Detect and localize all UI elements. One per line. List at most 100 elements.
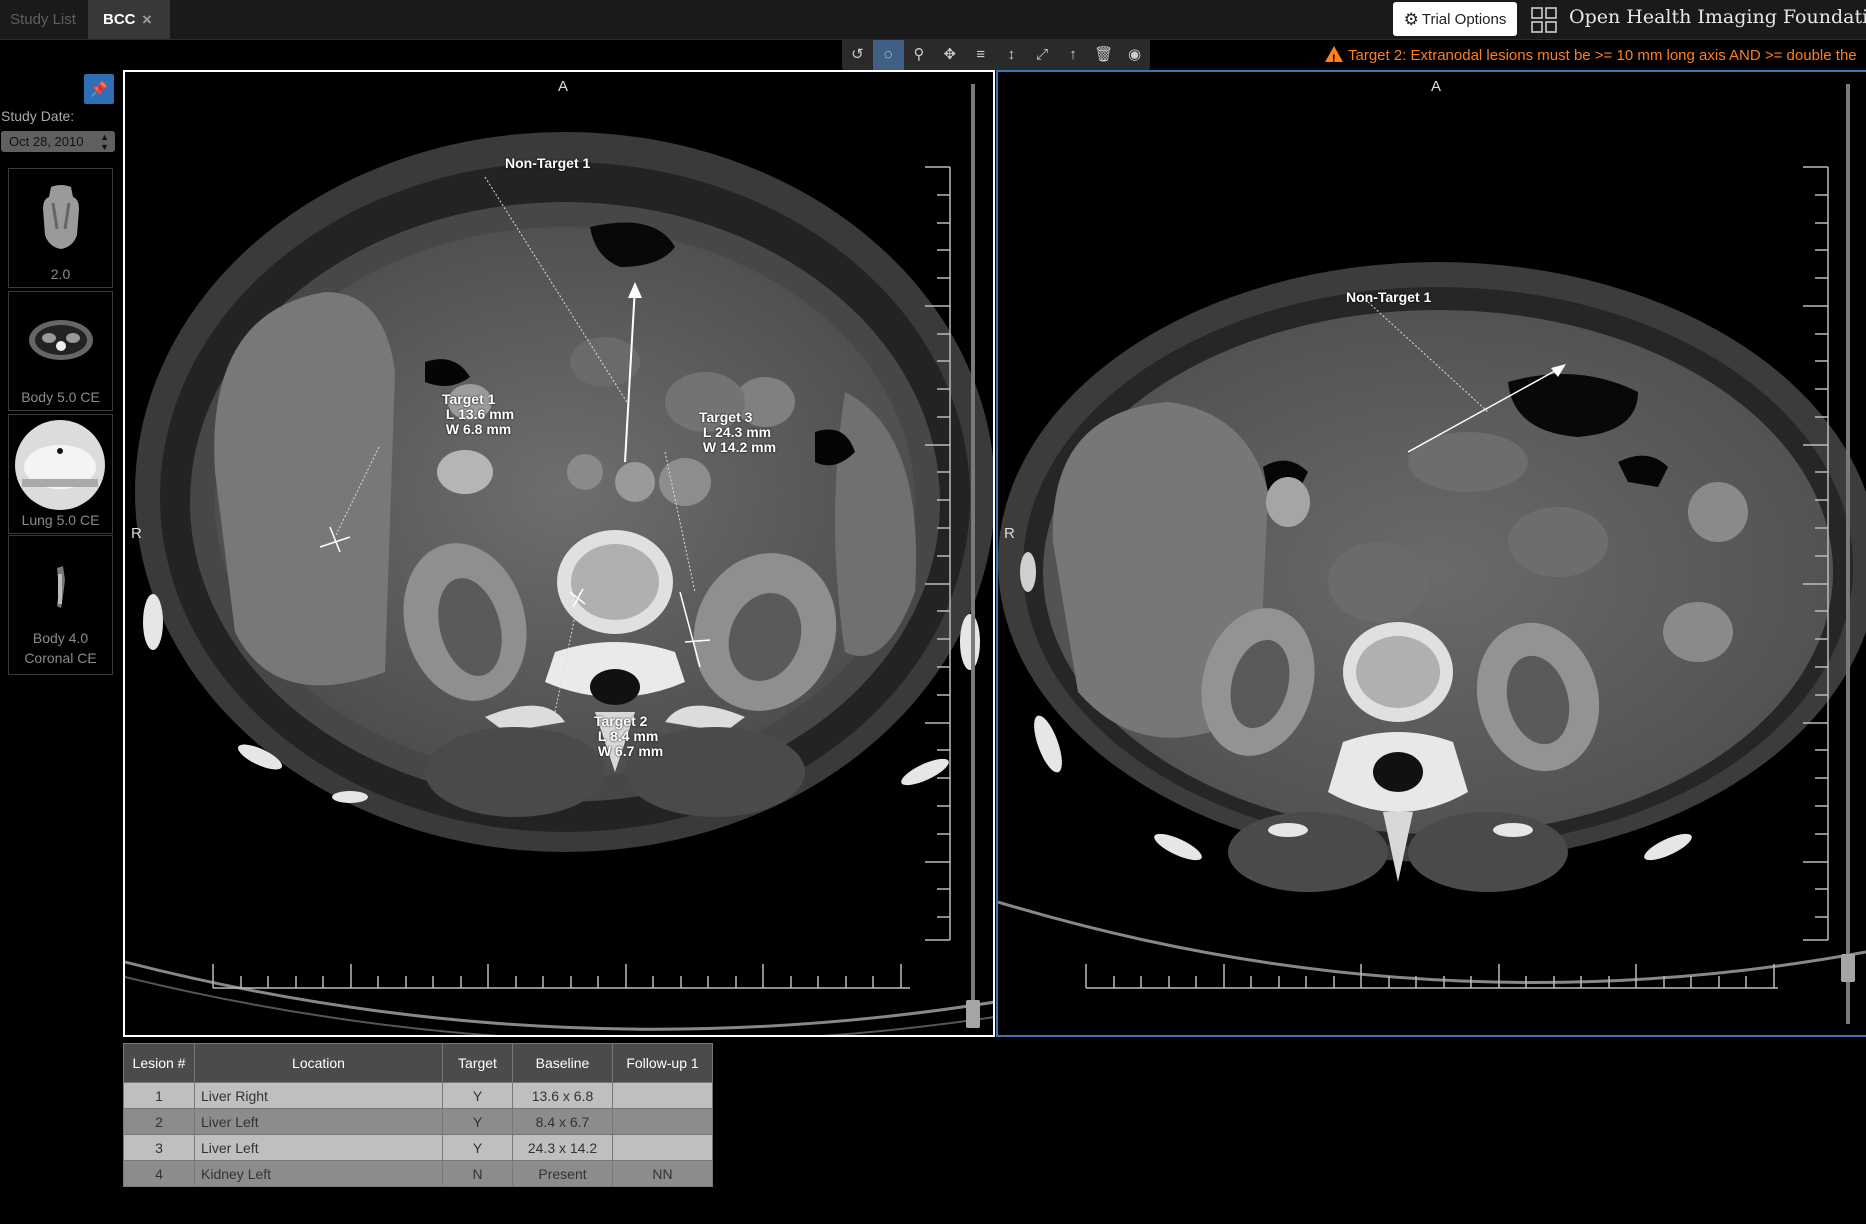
viewer-toolbar: ↺ ◌ ⚲ ✥ ≡ ↕ ⤢ ↑ 🗑 ◉ xyxy=(842,40,1150,70)
series-2-label: Body 5.0 CE xyxy=(21,389,100,405)
series-1-image xyxy=(27,183,95,251)
annotation-target-2[interactable]: Target 2 L 8.4 mm W 6.7 mm xyxy=(594,714,663,759)
lesion-table: Lesion # Location Target Baseline Follow… xyxy=(123,1043,713,1187)
cell-location: Liver Left xyxy=(194,1108,443,1135)
cell-baseline[interactable]: 13.6 x 6.8 xyxy=(512,1082,613,1109)
rotate-icon: ↺ xyxy=(851,46,864,63)
scrollbar-track-left[interactable] xyxy=(971,84,975,1024)
cell-lesion-number: 2 xyxy=(123,1108,195,1135)
lesion-table-header: Lesion # Location Target Baseline Follow… xyxy=(123,1043,713,1083)
table-row[interactable]: 1 Liver Right Y 13.6 x 6.8 xyxy=(123,1082,713,1109)
stack-scroll-tool-button[interactable]: ≡ xyxy=(965,40,996,70)
col-followup-1: Follow-up 1 xyxy=(612,1043,713,1083)
validation-warning: ! Target 2: Extranodal lesions must be >=… xyxy=(1325,44,1860,66)
brand-name: Open Health Imaging Foundation xyxy=(1569,6,1866,28)
cell-baseline[interactable]: 8.4 x 6.7 xyxy=(512,1108,613,1135)
annotation-target-3[interactable]: Target 3 L 24.3 mm W 14.2 mm xyxy=(699,410,776,455)
series-3-label: Lung 5.0 CE xyxy=(21,512,100,528)
cell-target: Y xyxy=(442,1108,513,1135)
col-target: Target xyxy=(442,1043,513,1083)
table-row[interactable]: 4 Kidney Left N Present NN xyxy=(123,1160,713,1187)
window-level-tool-button[interactable]: ◌ xyxy=(872,40,904,70)
trial-options-label: Trial Options xyxy=(1421,11,1507,28)
zoom-tool-button[interactable]: ⚲ xyxy=(904,40,935,70)
cell-followup[interactable] xyxy=(612,1082,713,1109)
series-thumbnail-1[interactable]: 2.0 xyxy=(8,168,113,288)
top-bar: Study List BCC × ⚙ Trial Options Open Hea… xyxy=(0,0,1866,40)
series-1-label: 2.0 xyxy=(50,266,71,282)
col-baseline: Baseline xyxy=(512,1043,613,1083)
cell-followup[interactable] xyxy=(612,1134,713,1161)
series-3-image xyxy=(14,419,106,511)
tab-bcc-label: BCC xyxy=(103,11,136,28)
annotation-non-target-1-followup[interactable]: Non-Target 1 xyxy=(1346,290,1431,305)
window-level-icon: ◌ xyxy=(883,46,893,63)
cell-target: N xyxy=(442,1160,513,1187)
cell-location: Kidney Left xyxy=(194,1160,443,1187)
gear-icon: ⚙ xyxy=(1403,10,1419,29)
ct-image-left xyxy=(125,132,993,1035)
col-lesion-number: Lesion # xyxy=(123,1043,195,1083)
pin-sidebar-button[interactable]: 📌 xyxy=(84,74,114,104)
cell-followup[interactable]: NN xyxy=(612,1160,713,1187)
arrow-annotate-tool-button[interactable]: ↑ xyxy=(1058,40,1089,70)
cell-baseline[interactable]: 24.3 x 14.2 xyxy=(512,1134,613,1161)
cell-lesion-number: 1 xyxy=(123,1082,195,1109)
study-date-select[interactable]: Oct 28, 2010 ▲ ▼ xyxy=(1,131,115,152)
pan-tool-button[interactable]: ✥ xyxy=(934,40,965,70)
pin-icon: 📌 xyxy=(90,81,108,97)
trash-icon: 🗑 xyxy=(1094,46,1114,63)
warning-icon: ! xyxy=(1325,46,1343,65)
series-thumbnail-2[interactable]: Body 5.0 CE xyxy=(8,291,113,411)
length-tool-button[interactable]: ↕ xyxy=(996,40,1027,70)
table-row[interactable]: 3 Liver Left Y 24.3 x 14.2 xyxy=(123,1134,713,1161)
ohif-logo-icon xyxy=(1531,7,1557,33)
ct-image-right xyxy=(998,166,1866,989)
stack-scroll-icon: ≡ xyxy=(976,46,985,63)
scrollbar-track-right[interactable] xyxy=(1846,84,1850,1024)
scrollbar-handle-right[interactable] xyxy=(1841,954,1855,982)
table-row[interactable]: 2 Liver Left Y 8.4 x 6.7 xyxy=(123,1108,713,1135)
orientation-top-left-vp: A xyxy=(558,78,569,95)
select-arrows-icon: ▲ ▼ xyxy=(100,132,109,152)
series-4-image xyxy=(27,560,95,628)
viewport-left[interactable]: A R Non-Target 1 Target 1 L 13.6 mm W 6.… xyxy=(123,70,995,1037)
orientation-left-right-vp: R xyxy=(1004,525,1015,542)
length-icon: ↕ xyxy=(1007,46,1016,63)
fullscreen-icon: ⤢ xyxy=(1036,46,1049,63)
scrollbar-handle-left[interactable] xyxy=(966,1000,980,1028)
cell-location: Liver Left xyxy=(194,1134,443,1161)
zoom-icon: ⚲ xyxy=(913,46,925,63)
close-icon[interactable]: × xyxy=(142,0,152,39)
cell-location: Liver Right xyxy=(194,1082,443,1109)
study-date-value: Oct 28, 2010 xyxy=(9,134,84,149)
tab-study-list[interactable]: Study List xyxy=(0,0,86,39)
eye-icon: ◉ xyxy=(1128,46,1142,63)
series-thumbnail-4[interactable]: Body 4.0 Coronal CE xyxy=(8,535,113,675)
series-4-label-line2: Coronal CE xyxy=(24,650,97,666)
cell-lesion-number: 4 xyxy=(123,1160,195,1187)
cell-lesion-number: 3 xyxy=(123,1134,195,1161)
viewport-right[interactable]: A R Non-Target 1 xyxy=(996,70,1866,1037)
trial-options-button[interactable]: ⚙ Trial Options xyxy=(1393,2,1517,36)
series-4-label-line1: Body 4.0 xyxy=(32,630,89,646)
orientation-left-left-vp: R xyxy=(131,525,142,542)
fullscreen-tool-button[interactable]: ⤢ xyxy=(1027,40,1058,70)
cell-baseline[interactable]: Present xyxy=(512,1160,613,1187)
eye-tool-button[interactable]: ◉ xyxy=(1119,40,1150,70)
annotation-target-1[interactable]: Target 1 L 13.6 mm W 6.8 mm xyxy=(442,392,514,437)
rotate-tool-button[interactable]: ↺ xyxy=(842,40,873,70)
series-thumbnail-3[interactable]: Lung 5.0 CE xyxy=(8,414,113,534)
annotation-non-target-1[interactable]: Non-Target 1 xyxy=(505,156,590,171)
tab-bcc[interactable]: BCC × xyxy=(88,0,170,39)
cell-followup[interactable] xyxy=(612,1108,713,1135)
cell-target: Y xyxy=(442,1082,513,1109)
orientation-top-right-vp: A xyxy=(1431,78,1442,95)
cell-target: Y xyxy=(442,1134,513,1161)
warning-text: Target 2: Extranodal lesions must be >= … xyxy=(1348,47,1857,64)
arrow-annotate-icon: ↑ xyxy=(1069,46,1077,63)
col-location: Location xyxy=(194,1043,443,1083)
trash-tool-button[interactable]: 🗑 xyxy=(1088,40,1119,70)
pan-icon: ✥ xyxy=(943,46,957,63)
study-date-label: Study Date: xyxy=(1,108,75,124)
